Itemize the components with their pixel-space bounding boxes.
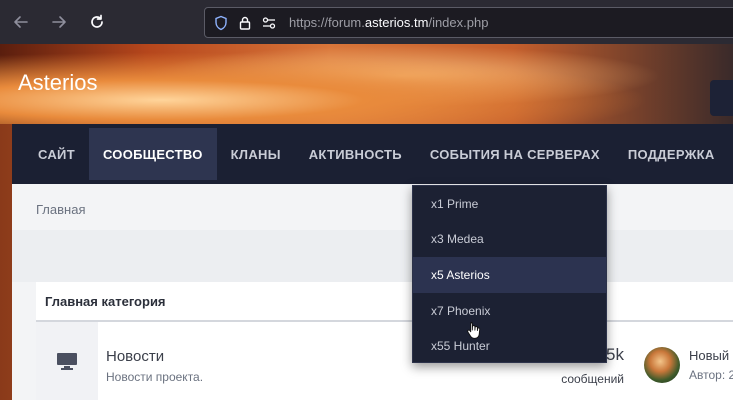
dropdown-item-x1-prime[interactable]: x1 Prime — [413, 186, 606, 222]
main-navigation: САЙТ СООБЩЕСТВО КЛАНЫ АКТИВНОСТЬ СОБЫТИЯ… — [12, 124, 733, 184]
page-viewport: Asterios САЙТ СООБЩЕСТВО КЛАНЫ АКТИВНОСТ… — [0, 44, 733, 400]
community-dropdown: x1 Prime x3 Medea x5 Asterios x7 Phoenix… — [412, 185, 607, 363]
content-area: Главная Главная категория Новости Новост… — [12, 184, 733, 400]
lock-icon[interactable] — [237, 15, 253, 31]
url-text: https://forum.asterios.tm/index.php — [289, 15, 488, 30]
monitor-icon — [57, 353, 77, 370]
forward-button[interactable] — [42, 5, 76, 39]
forward-arrow-icon — [52, 16, 66, 28]
url-prefix: https://forum. — [289, 15, 365, 30]
back-button[interactable] — [4, 5, 38, 39]
header-button[interactable] — [710, 80, 733, 116]
forum-row: Новости Новости проекта. 6,5k сообщений … — [36, 322, 733, 400]
nav-item-clans[interactable]: КЛАНЫ — [217, 128, 295, 180]
nav-item-activity[interactable]: АКТИВНОСТЬ — [295, 128, 416, 180]
permissions-icon[interactable] — [261, 15, 277, 31]
forum-category: Главная категория Новости Новости проект… — [36, 282, 733, 400]
last-post-title[interactable]: Новый — [689, 348, 729, 363]
forum-description: Новости проекта. — [106, 370, 204, 384]
dropdown-item-x7-phoenix[interactable]: x7 Phoenix — [413, 293, 606, 329]
url-host: asterios.tm — [364, 15, 429, 30]
reload-button[interactable] — [80, 5, 114, 39]
forum-icon-box — [36, 322, 98, 400]
url-bar[interactable]: https://forum.asterios.tm/index.php — [204, 7, 733, 38]
url-path: /index.php — [428, 15, 489, 30]
nav-item-site[interactable]: САЙТ — [12, 128, 89, 180]
last-post-author[interactable]: Автор: 2 — [689, 368, 733, 382]
hand-cursor-icon — [467, 322, 481, 339]
breadcrumb[interactable]: Главная — [36, 202, 85, 217]
site-title[interactable]: Asterios — [18, 70, 97, 96]
reload-icon — [91, 14, 103, 28]
notice-band — [12, 230, 733, 282]
messages-label: сообщений — [561, 372, 624, 386]
nav-item-more[interactable]: М — [729, 128, 733, 180]
back-arrow-icon — [14, 16, 28, 28]
avatar[interactable] — [644, 347, 680, 383]
header-banner: Asterios — [0, 44, 733, 124]
nav-item-community[interactable]: СООБЩЕСТВО — [88, 128, 217, 180]
browser-toolbar: https://forum.asterios.tm/index.php — [0, 0, 733, 44]
nav-item-server-events[interactable]: СОБЫТИЯ НА СЕРВЕРАХ — [416, 128, 614, 180]
forum-title[interactable]: Новости — [106, 348, 164, 365]
nav-item-support[interactable]: ПОДДЕРЖКА — [614, 128, 729, 180]
dropdown-item-x55-hunter[interactable]: x55 Hunter — [413, 328, 606, 364]
shield-icon[interactable] — [213, 15, 229, 31]
category-title[interactable]: Главная категория — [36, 282, 733, 322]
dropdown-item-x5-asterios[interactable]: x5 Asterios — [413, 257, 606, 293]
dropdown-item-x3-medea[interactable]: x3 Medea — [413, 222, 606, 258]
